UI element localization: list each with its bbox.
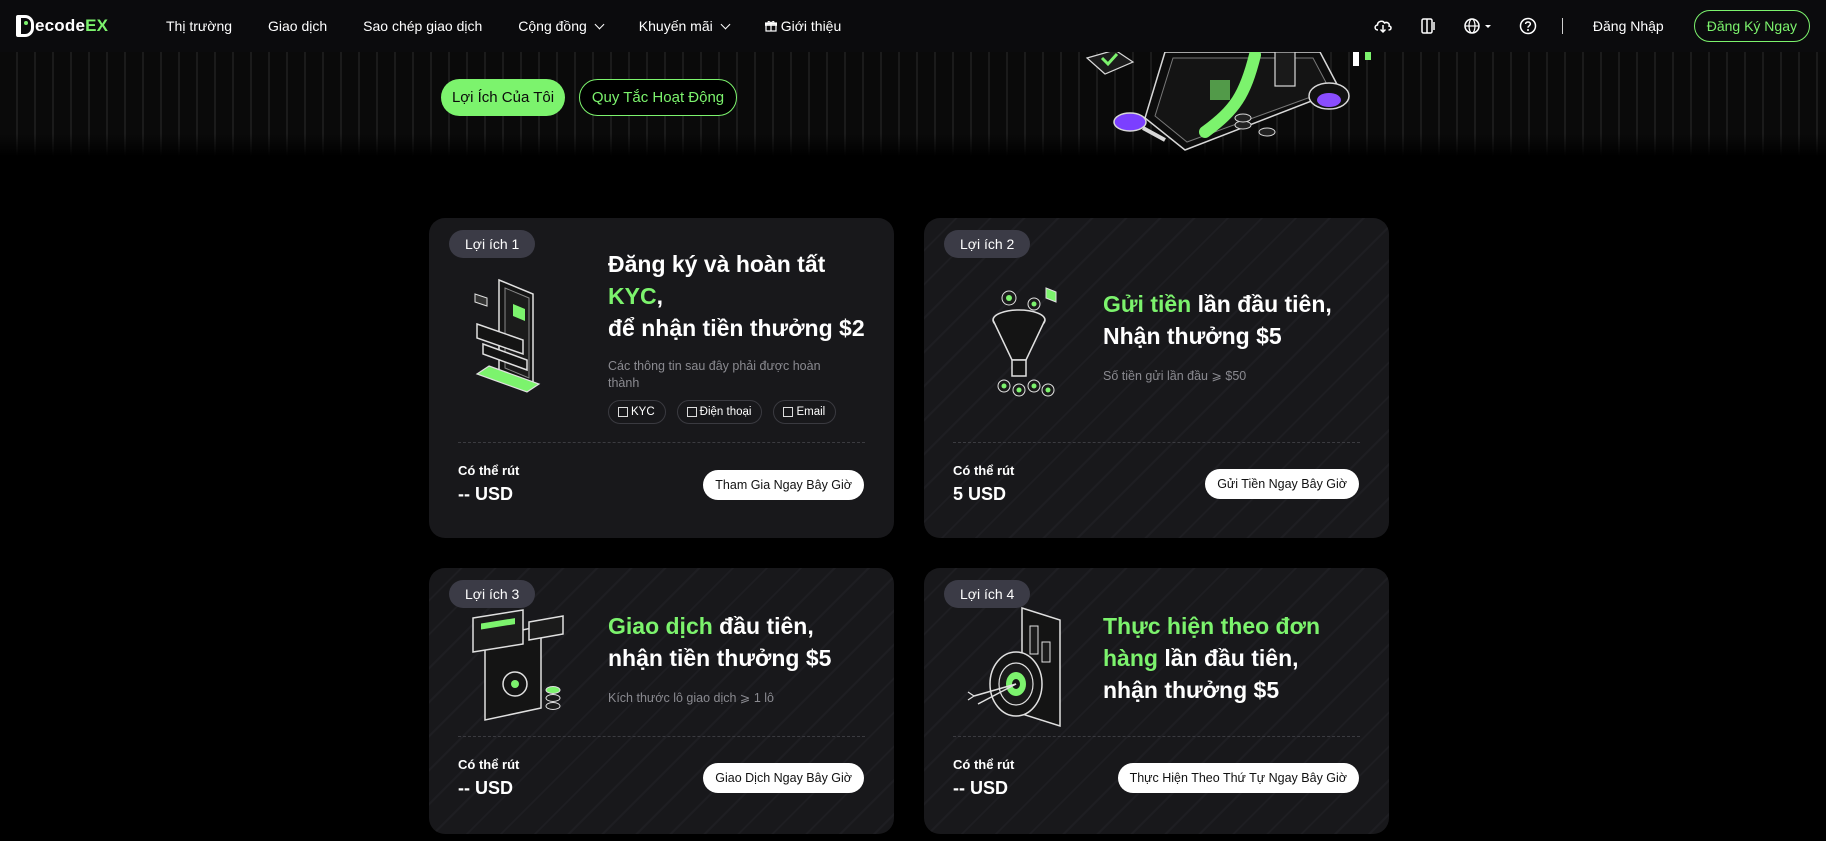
nav-copy-trading[interactable]: Sao chép giao dịch [363,18,482,34]
chip-phone: Điện thoại [676,400,763,424]
title-text-a: lần đầu tiên, [1191,291,1332,317]
withdrawable-label: Có thể rút [458,757,520,772]
signup-button[interactable]: Đăng Ký Ngay [1693,10,1810,42]
help-icon[interactable] [1518,16,1538,36]
nav-referral[interactable]: Giới thiệu [764,18,842,34]
benefit-description: Số tiền gửi lần đầu ⩾ $50 [1103,369,1247,383]
nav-referral-label: Giới thiệu [780,18,842,34]
benefit-title: Đăng ký và hoàn tất KYC, để nhận tiền th… [608,248,878,344]
benefit-card-1: Lợi ích 1 Đăng ký và hoàn tất KYC, để nh… [429,218,894,538]
chevron-down-icon [594,19,605,29]
benefit-title: Giao dịch đầu tiên, nhận tiền thưởng $5 [608,610,878,674]
theme-toggle-icon[interactable] [1418,16,1438,36]
trade-now-button[interactable]: Giao Dịch Ngay Bây Giờ [703,763,864,793]
logo-d-mark [16,15,34,37]
nav-community[interactable]: Cộng đồng [518,18,605,34]
title-text-c: để nhận tiền thưởng $2 [608,315,865,341]
card-divider [953,442,1360,443]
withdrawable-value: 5 USD [953,484,1007,504]
requirement-chips: KYC Điện thoại Email [608,400,847,424]
hero-banner [0,52,1826,156]
title-highlight: KYC [608,283,657,309]
title-text-b: Nhận thưởng $5 [1103,323,1282,349]
checkbox-icon [618,407,628,417]
card-divider [953,736,1360,737]
login-link[interactable]: Đăng Nhập [1593,18,1664,34]
hero-illustration [1085,48,1371,151]
gift-icon [764,21,777,32]
title-text-b: , [656,283,663,309]
logo-text-accent: EX [85,16,109,35]
benefit-badge: Lợi ích 2 [944,230,1031,258]
tab-my-benefits[interactable]: Lợi Ích Của Tôi [441,79,565,116]
benefit-badge: Lợi ích 3 [449,580,536,608]
globe-icon[interactable] [1463,16,1493,36]
chip-label: Email [796,406,826,418]
chip-kyc: KYC [608,400,666,424]
chip-email: Email [773,400,837,424]
benefit-card-4: Lợi ích 4 Thực hiện theo đơn hàng lần đầ… [924,568,1389,834]
top-navbar: ecode EX Thị trường Giao dịch Sao chép gi… [0,0,1826,52]
title-text-a: Đăng ký và hoàn tất [608,251,826,277]
logo-text-main: ecode [35,16,86,35]
chevron-down-icon [720,19,731,29]
title-text-a: đầu tiên, [712,613,814,639]
nav-promotions[interactable]: Khuyến mãi [638,18,731,34]
withdrawable-value: -- USD [953,778,1008,798]
benefit-badge: Lợi ích 1 [449,230,536,258]
checkbox-icon [686,407,697,417]
phone-kyc-illustration [474,278,541,393]
cloud-download-icon[interactable] [1373,16,1393,36]
benefit-title: Thực hiện theo đơn hàng lần đầu tiên, nh… [1103,610,1333,706]
deposit-now-button[interactable]: Gửi Tiền Ngay Bây Giờ [1205,469,1359,499]
nav-right-group: Đăng Nhập Đăng Ký Ngay [1348,10,1810,42]
nav-promotions-label: Khuyến mãi [638,18,713,34]
card-divider [458,736,865,737]
benefit-description: Kích thước lô giao dịch ⩾ 1 lô [608,691,775,705]
decodeex-logo[interactable]: ecode EX [16,15,166,37]
benefit-description: Các thông tin sau đây phải được hoàn thà… [608,359,821,390]
chip-label: KYC [631,406,655,418]
title-highlight: Giao dịch [608,613,713,639]
benefit-title: Gửi tiền lần đầu tiên, Nhận thưởng $5 [1103,288,1373,352]
tab-activity-rules[interactable]: Quy Tắc Hoạt Động [579,79,737,116]
join-now-button[interactable]: Tham Gia Ngay Bây Giờ [703,470,864,500]
title-text-b: nhận tiền thưởng $5 [608,645,832,671]
trade-wallet-illustration [472,609,564,721]
withdrawable-value: -- USD [458,484,513,504]
title-highlight: Gửi tiền [1103,291,1192,317]
withdrawable-label: Có thể rút [953,463,1015,478]
title-text-b: nhận thưởng $5 [1103,677,1280,703]
deposit-funnel-illustration [992,287,1057,397]
main-menu: Thị trường Giao dịch Sao chép giao dịch … [166,18,877,34]
copy-order-now-button[interactable]: Thực Hiện Theo Thứ Tự Ngay Bây Giờ [1117,763,1359,793]
benefit-card-3: Lợi ích 3 Giao dịch đầu tiên, nhận tiền … [429,568,894,834]
target-order-illustration [967,606,1061,728]
withdrawable-value: -- USD [458,778,513,798]
withdrawable-label: Có thể rút [458,463,520,478]
title-text-a: lần đầu tiên, [1157,645,1299,671]
nav-markets[interactable]: Thị trường [166,18,232,34]
withdrawable-label: Có thể rút [953,757,1015,772]
nav-trade[interactable]: Giao dịch [268,18,327,34]
checkbox-icon [783,407,794,417]
nav-community-label: Cộng đồng [518,18,587,34]
benefit-card-2: Lợi ích 2 Gửi tiền lần đầu tiên, Nhận th… [924,218,1389,538]
chip-label: Điện thoại [699,406,752,418]
nav-divider [1561,18,1563,34]
card-divider [458,442,865,443]
